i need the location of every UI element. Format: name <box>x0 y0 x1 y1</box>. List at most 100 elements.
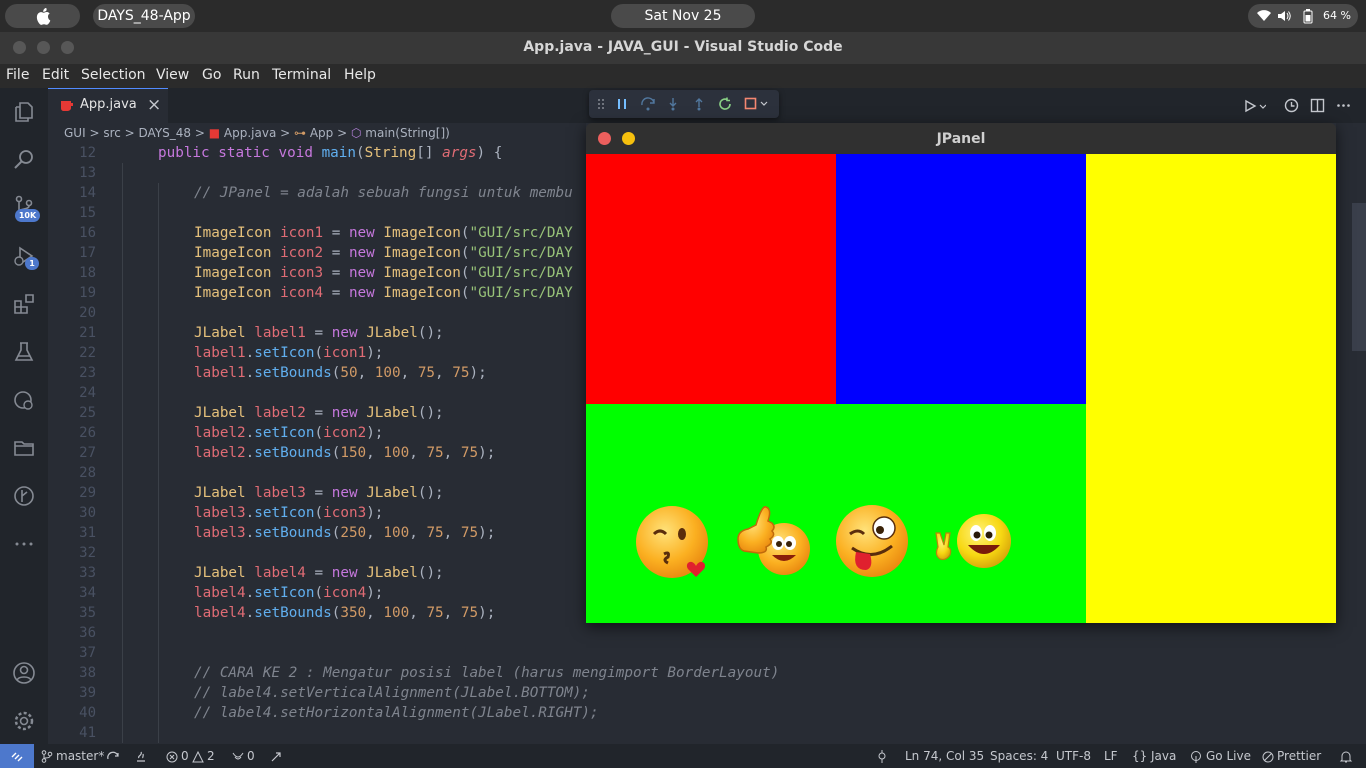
remote-icon <box>11 752 23 762</box>
clock[interactable]: Sat Nov 25 09:10:55 <box>611 4 755 48</box>
system-tray[interactable]: 64 % <box>1248 4 1358 28</box>
code-line-setbounds: label1.setBounds(50, 100, 75, 75); <box>194 365 487 381</box>
line-number: 18 <box>79 265 96 281</box>
thumbs-up-emoji-icon <box>737 506 810 575</box>
breadcrumb-gui[interactable]: GUI <box>64 126 86 140</box>
drag-handle-icon[interactable] <box>597 98 605 110</box>
crazy-face-emoji-icon <box>836 505 908 577</box>
encoding[interactable]: UTF-8 <box>1056 749 1091 763</box>
breadcrumb-class[interactable]: App <box>310 126 333 140</box>
line-number: 34 <box>79 585 96 601</box>
indentation[interactable]: Spaces: 4 <box>990 749 1048 763</box>
menu-file[interactable]: File <box>6 67 29 83</box>
notifications-bell-icon[interactable] <box>1339 750 1353 764</box>
live-share-icon[interactable] <box>270 751 284 763</box>
breadcrumb-src[interactable]: src <box>103 126 121 140</box>
ports-icon <box>232 752 244 760</box>
run-icon[interactable] <box>1244 99 1266 113</box>
code-line-jlabel-decl: JLabel label4 = new JLabel(); <box>194 565 444 581</box>
broadcast-icon <box>1191 751 1201 763</box>
activity-bar <box>0 88 48 744</box>
code-line-setbounds: label3.setBounds(250, 100, 75, 75); <box>194 525 496 541</box>
prettier-icon <box>1262 751 1274 763</box>
restart-icon[interactable] <box>718 97 732 111</box>
line-number: 16 <box>79 225 96 241</box>
line-number: 28 <box>79 465 96 481</box>
error-count[interactable]: 0 <box>181 749 189 763</box>
ports-count[interactable]: 0 <box>247 749 255 763</box>
location-icon[interactable] <box>876 750 888 763</box>
line-number: 39 <box>79 685 96 701</box>
cursor-position[interactable]: Ln 74, Col 35 <box>905 749 984 763</box>
language-mode[interactable]: Java <box>1151 749 1176 763</box>
menu-help[interactable]: Help <box>344 67 376 83</box>
warning-icon <box>192 751 204 763</box>
peace-sign-emoji-icon <box>935 514 1011 568</box>
line-number: 37 <box>79 645 96 661</box>
step-out-icon[interactable] <box>692 97 706 111</box>
java-file-icon: ■ <box>208 126 221 140</box>
java-projects-icon[interactable] <box>135 750 147 763</box>
remote-explorer-icon[interactable] <box>12 388 36 412</box>
line-number: 23 <box>79 365 96 381</box>
breadcrumb-file[interactable]: App.java <box>224 126 276 140</box>
testing-icon[interactable] <box>12 340 36 364</box>
tab-close-icon[interactable]: × <box>147 95 161 115</box>
code-line-38: // CARA KE 2 : Mengatur posisi label (ha… <box>194 665 780 681</box>
pause-icon[interactable] <box>615 97 629 111</box>
more-icon[interactable] <box>12 532 36 556</box>
line-number: 24 <box>79 385 96 401</box>
menu-run[interactable]: Run <box>233 67 260 83</box>
line-number: 15 <box>79 205 96 221</box>
line-number: 30 <box>79 505 96 521</box>
line-number: 38 <box>79 665 96 681</box>
stop-icon[interactable] <box>744 97 772 111</box>
scm-badge: 10K <box>15 209 40 222</box>
warning-count[interactable]: 2 <box>207 749 215 763</box>
line-number: 41 <box>79 725 96 741</box>
line-ending[interactable]: LF <box>1104 749 1118 763</box>
battery-icon <box>1303 9 1313 24</box>
menu-edit[interactable]: Edit <box>42 67 69 83</box>
breadcrumb-method[interactable]: main(String[]) <box>365 126 450 140</box>
git-branch[interactable]: master* <box>56 749 104 763</box>
extensions-icon[interactable] <box>12 292 36 316</box>
remote-indicator[interactable] <box>0 744 34 768</box>
debug-badge: 1 <box>25 257 39 270</box>
debug-toolbar <box>589 90 779 118</box>
active-app-name[interactable]: DAYS_48-App <box>93 4 195 28</box>
settings-gear-icon[interactable] <box>12 709 36 733</box>
red-panel <box>586 154 836 404</box>
code-line-seticon: label2.setIcon(icon2); <box>194 425 384 441</box>
search-icon[interactable] <box>12 147 36 171</box>
split-editor-icon[interactable] <box>1310 98 1325 113</box>
line-number: 29 <box>79 485 96 501</box>
go-live-button[interactable]: Go Live <box>1206 749 1251 763</box>
jpanel-window[interactable]: JPanel <box>586 123 1336 623</box>
apple-menu-button[interactable] <box>5 4 80 28</box>
breadcrumb-days48[interactable]: DAYS_48 <box>139 126 192 140</box>
menu-go[interactable]: Go <box>202 67 221 83</box>
step-into-icon[interactable] <box>666 97 680 111</box>
line-number: 27 <box>79 445 96 461</box>
yellow-panel <box>1086 154 1336 623</box>
sync-icon[interactable] <box>106 751 120 763</box>
menu-view[interactable]: View <box>156 67 189 83</box>
volume-icon <box>1278 11 1291 21</box>
prettier-status[interactable]: Prettier <box>1277 749 1321 763</box>
git-graph-icon[interactable] <box>12 484 36 508</box>
folder-icon[interactable] <box>12 436 36 460</box>
menu-selection[interactable]: Selection <box>81 67 146 83</box>
line-number: 32 <box>79 545 96 561</box>
jpanel-title: JPanel <box>936 131 986 147</box>
line-number: 21 <box>79 325 96 341</box>
step-over-icon[interactable] <box>640 97 656 111</box>
code-line-jlabel-decl: JLabel label3 = new JLabel(); <box>194 485 444 501</box>
explorer-icon[interactable] <box>12 100 36 124</box>
timeline-icon[interactable] <box>1284 98 1299 113</box>
menu-terminal[interactable]: Terminal <box>272 67 331 83</box>
editor-more-icon[interactable] <box>1336 98 1351 113</box>
editor-scrollbar[interactable] <box>1352 203 1366 351</box>
account-icon[interactable] <box>12 661 36 685</box>
line-number: 25 <box>79 405 96 421</box>
